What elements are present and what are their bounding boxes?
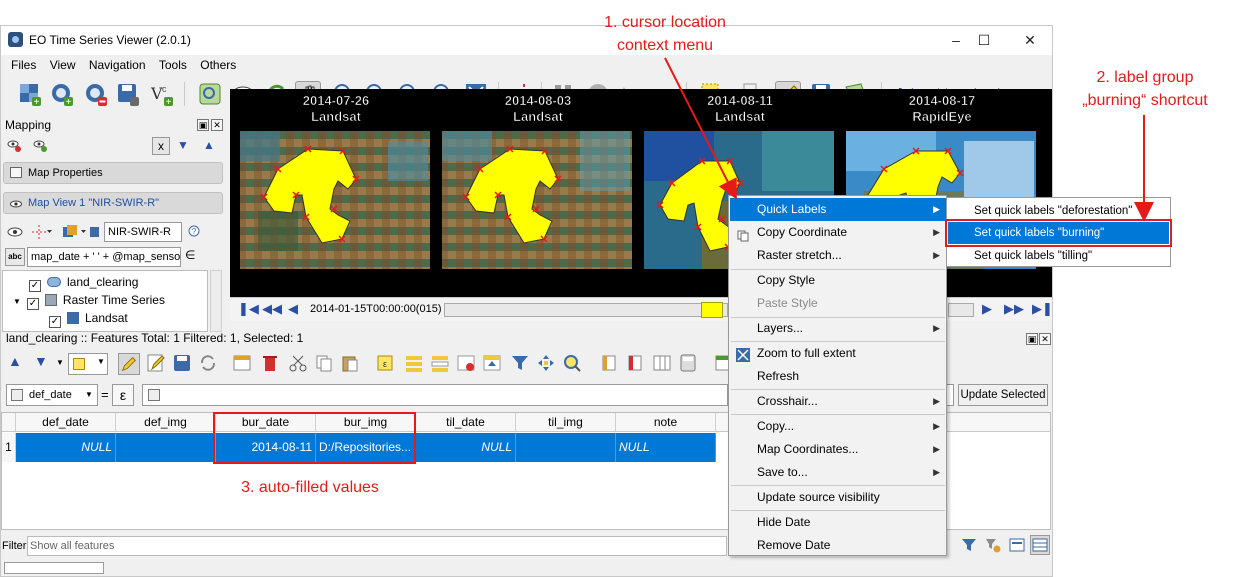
annotation-arrows xyxy=(664,57,1154,222)
highlight-box-burning-columns xyxy=(213,412,416,464)
highlight-box-submenu xyxy=(945,219,1172,247)
